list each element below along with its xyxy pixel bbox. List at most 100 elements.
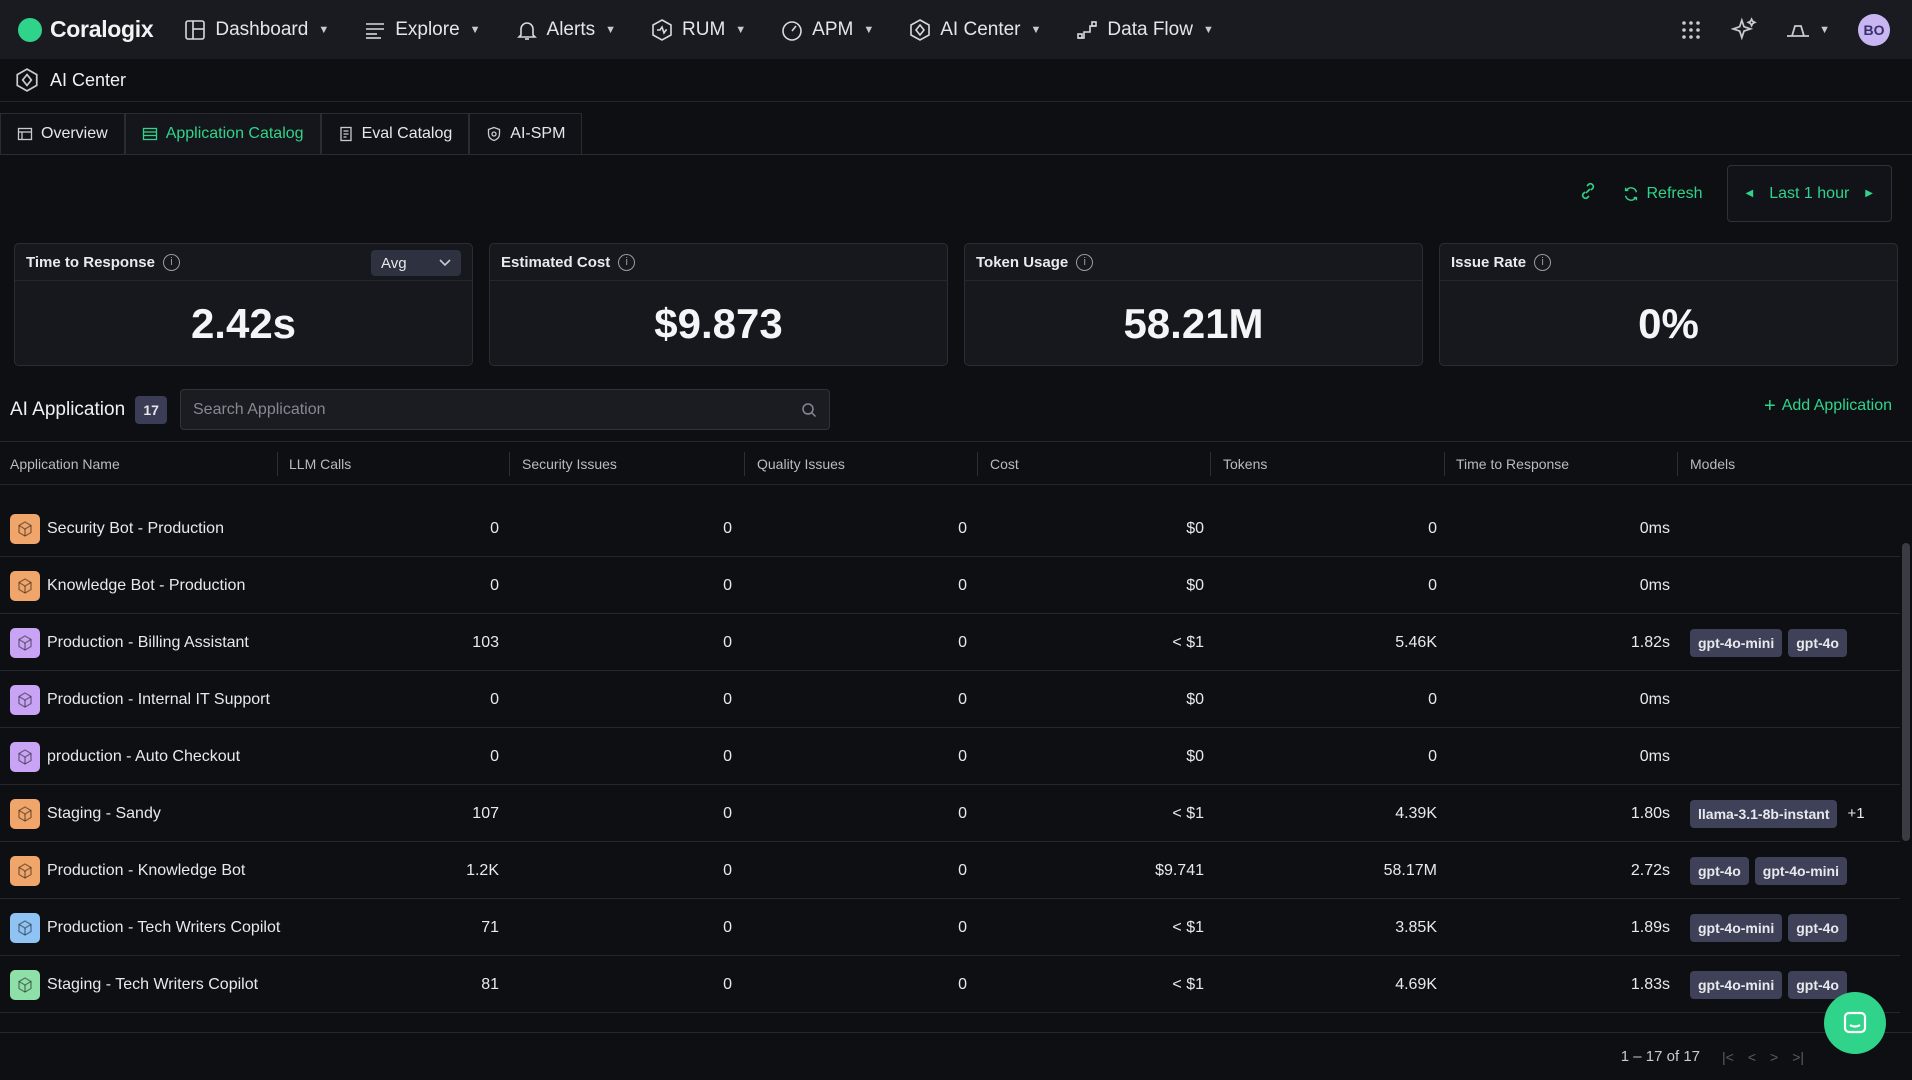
column-header-quality-issues[interactable]: Quality Issues	[757, 442, 845, 486]
column-divider[interactable]	[1210, 452, 1211, 476]
link-icon[interactable]	[1578, 181, 1598, 206]
column-divider[interactable]	[1677, 452, 1678, 476]
application-name-cell[interactable]: Production - Internal IT Support	[10, 671, 270, 728]
aggregation-select[interactable]: Avg	[371, 250, 461, 276]
column-divider[interactable]	[509, 452, 510, 476]
nav-alerts[interactable]: Alerts ▼	[515, 18, 616, 42]
models-cell: gpt-4o-mini gpt-4o	[1690, 899, 1847, 956]
table-row[interactable]: Staging - Tech Writers Copilot 81 0 0 < $1 4.…	[0, 956, 1900, 1013]
kpi-value: 0%	[1638, 299, 1699, 347]
more-models-count[interactable]: +1	[1847, 805, 1864, 822]
column-divider[interactable]	[277, 452, 278, 476]
kpi-header: Issue Rate i	[1440, 244, 1897, 281]
last-page-icon[interactable]: >|	[1792, 1049, 1804, 1065]
application-name-cell[interactable]: Knowledge Bot - Production	[10, 557, 245, 614]
application-name-cell[interactable]: Staging - Tech Writers Copilot	[10, 956, 258, 1013]
column-header-models[interactable]: Models	[1690, 442, 1735, 486]
nav-explore[interactable]: Explore ▼	[363, 18, 481, 42]
info-icon[interactable]: i	[1534, 253, 1552, 271]
tab-bar: Overview Application Catalog Eval Catalo…	[0, 113, 583, 155]
tab-eval-catalog-label: Eval Catalog	[361, 125, 453, 142]
refresh-button[interactable]: Refresh	[1622, 185, 1703, 203]
model-chip[interactable]: gpt-4o-mini	[1690, 970, 1783, 999]
chat-support-button[interactable]	[1824, 992, 1886, 1054]
section-title: AI Application	[10, 399, 126, 420]
tab-ai-spm[interactable]: AI-SPM	[469, 113, 583, 154]
sparkle-icon[interactable]	[1731, 16, 1757, 43]
nav-rum-label: RUM	[682, 18, 726, 40]
pagination-controls: |< < > >|	[1722, 1049, 1804, 1065]
first-page-icon[interactable]: |<	[1722, 1049, 1734, 1065]
column-divider[interactable]	[977, 452, 978, 476]
table-row[interactable]: Production - Tech Writers Copilot 71 0 0 < $…	[0, 899, 1900, 956]
kpi-title: Estimated Cost	[501, 253, 611, 271]
table-row[interactable]: production - Auto Checkout 0 0 0 $0 0 0ms	[0, 728, 1900, 785]
model-chip[interactable]: gpt-4o	[1788, 913, 1847, 942]
application-name-cell[interactable]: Staging - Sandy	[10, 785, 161, 842]
model-chip[interactable]: gpt-4o	[1788, 628, 1847, 657]
nav-ai-center-label: AI Center	[940, 18, 1021, 40]
model-chip[interactable]: gpt-4o-mini	[1690, 628, 1783, 657]
nav-rum[interactable]: RUM ▼	[650, 18, 746, 42]
cost-cell: $9.741	[1155, 861, 1204, 879]
model-chip[interactable]: llama-3.1-8b-instant	[1690, 799, 1838, 828]
nav-dashboard[interactable]: Dashboard ▼	[183, 18, 329, 42]
application-name-cell[interactable]: Security Bot - Production	[10, 500, 224, 557]
tab-application-catalog[interactable]: Application Catalog	[124, 113, 321, 154]
column-header-cost[interactable]: Cost	[990, 442, 1019, 486]
application-name-cell[interactable]: Production - Billing Assistant	[10, 614, 249, 671]
plus-icon: +	[1764, 395, 1776, 417]
environment-switcher[interactable]: ▼	[1785, 19, 1830, 41]
document-icon	[339, 126, 352, 142]
data-flow-icon	[1077, 20, 1098, 39]
brand-logo[interactable]: Coralogix	[18, 16, 154, 43]
add-application-button[interactable]: + Add Application	[1764, 396, 1892, 416]
info-icon[interactable]: i	[1076, 253, 1094, 271]
info-icon[interactable]: i	[618, 253, 636, 271]
table-row[interactable]: Production - Internal IT Support 0 0 0 $0 0 0m…	[0, 671, 1900, 728]
chevron-left-icon[interactable]: ◀	[1746, 188, 1754, 199]
column-header-application-name[interactable]: Application Name	[10, 442, 120, 486]
column-header-llm-calls[interactable]: LLM Calls	[289, 442, 351, 486]
application-name-cell[interactable]: Production - Knowledge Bot	[10, 842, 245, 899]
column-header-time-to-response[interactable]: Time to Response	[1456, 442, 1569, 486]
kpi-estimated-cost: Estimated Cost i $9.873	[489, 243, 948, 366]
prev-page-icon[interactable]: <	[1748, 1049, 1756, 1065]
tab-eval-catalog[interactable]: Eval Catalog	[320, 113, 470, 154]
column-divider[interactable]	[744, 452, 745, 476]
search-application[interactable]	[180, 389, 830, 430]
table-row[interactable]: Knowledge Bot - Production 0 0 0 $0 0 0ms	[0, 557, 1900, 614]
explore-icon	[366, 22, 385, 39]
apps-grid-icon[interactable]	[1679, 18, 1703, 42]
column-header-security-issues[interactable]: Security Issues	[522, 442, 617, 486]
search-input[interactable]	[193, 400, 753, 419]
avatar[interactable]: BO	[1858, 13, 1890, 46]
table-row[interactable]: Staging - Sandy 107 0 0 < $1 4.39K 1.80s llama-…	[0, 785, 1900, 842]
kpi-title: Time to Response	[26, 253, 155, 271]
nav-alerts-label: Alerts	[546, 18, 596, 40]
kpi-header: Estimated Cost i	[490, 244, 947, 281]
model-chip[interactable]: gpt-4o	[1690, 856, 1749, 885]
llm-calls-cell: 1.2K	[466, 861, 499, 879]
chevron-right-icon[interactable]: ▶	[1865, 188, 1873, 199]
column-header-tokens[interactable]: Tokens	[1223, 442, 1267, 486]
model-chip[interactable]: gpt-4o-mini	[1754, 856, 1847, 885]
table-row[interactable]: Security Bot - Production 0 0 0 $0 0 0ms	[0, 500, 1900, 557]
model-chip[interactable]: gpt-4o-mini	[1690, 913, 1783, 942]
nav-data-flow[interactable]: Data Flow ▼	[1075, 18, 1214, 42]
column-divider[interactable]	[1444, 452, 1445, 476]
next-page-icon[interactable]: >	[1770, 1049, 1778, 1065]
tab-overview[interactable]: Overview	[0, 113, 125, 154]
kpi-token-usage: Token Usage i 58.21M	[964, 243, 1423, 366]
time-range-picker[interactable]: ◀ Last 1 hour ▶	[1726, 165, 1892, 222]
model-chip[interactable]: gpt-4o	[1788, 970, 1847, 999]
application-name-cell[interactable]: production - Auto Checkout	[10, 728, 240, 785]
nav-ai-center[interactable]: AI Center ▼	[908, 18, 1041, 42]
info-icon[interactable]: i	[162, 253, 180, 271]
ttr-cell: 2.72s	[1630, 861, 1670, 879]
table-row[interactable]: Production - Billing Assistant 103 0 0 < $1 5…	[0, 614, 1900, 671]
scrollbar-thumb[interactable]	[1902, 543, 1910, 841]
application-name-cell[interactable]: Production - Tech Writers Copilot	[10, 899, 280, 956]
nav-apm[interactable]: APM ▼	[780, 18, 874, 42]
table-row[interactable]: Production - Knowledge Bot 1.2K 0 0 $9.741 58…	[0, 842, 1900, 899]
